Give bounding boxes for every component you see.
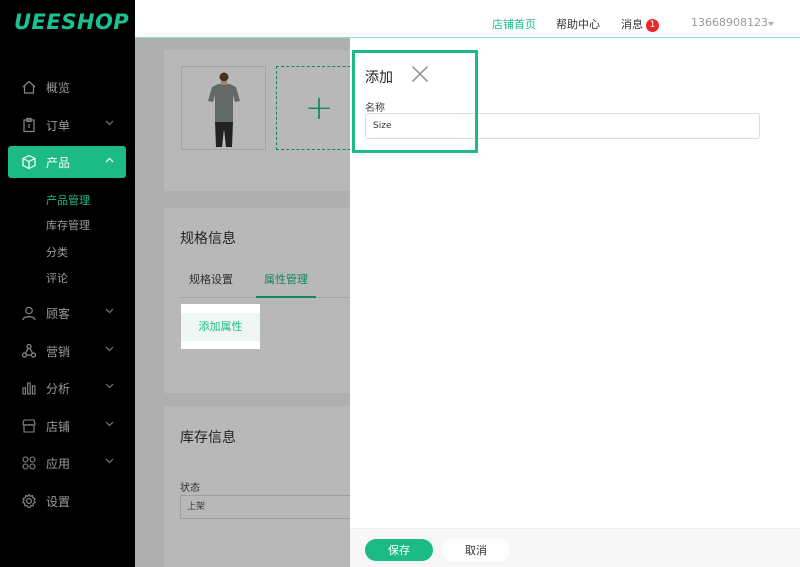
sidebar-item-customers[interactable]: 顾客 bbox=[8, 297, 126, 329]
message-count-badge: 1 bbox=[646, 19, 659, 32]
chevron-down-icon bbox=[105, 421, 114, 427]
sub-item-category[interactable]: 分类 bbox=[46, 244, 68, 260]
caret-down-icon[interactable] bbox=[768, 22, 774, 26]
sidebar-item-analytics[interactable]: 分析 bbox=[8, 372, 126, 404]
save-button[interactable]: 保存 bbox=[365, 539, 433, 561]
panel-footer: 保存 取消 bbox=[350, 528, 800, 567]
chevron-down-icon bbox=[105, 383, 114, 389]
chevron-down-icon bbox=[105, 120, 114, 126]
sidebar-item-label: 订单 bbox=[46, 118, 71, 133]
messages-link[interactable]: 消息 1 bbox=[621, 16, 659, 32]
sidebar-item-settings[interactable]: 设置 bbox=[8, 485, 126, 517]
sub-item-reviews[interactable]: 评论 bbox=[46, 270, 68, 286]
help-center-link[interactable]: 帮助中心 bbox=[556, 16, 600, 32]
name-input[interactable] bbox=[365, 113, 760, 139]
messages-label: 消息 bbox=[621, 18, 643, 31]
sidebar-item-label: 顾客 bbox=[46, 306, 71, 321]
apps-icon bbox=[20, 454, 38, 472]
sub-item-product-management[interactable]: 产品管理 bbox=[46, 192, 90, 208]
sidebar-item-overview[interactable]: 概览 bbox=[8, 71, 126, 103]
account-phone[interactable]: 13668908123 bbox=[691, 16, 768, 29]
close-icon[interactable] bbox=[411, 65, 429, 83]
logo[interactable]: UEESHOP bbox=[14, 10, 129, 34]
chevron-down-icon bbox=[105, 308, 114, 314]
sidebar-item-products[interactable]: 产品 bbox=[8, 146, 126, 178]
box-icon bbox=[20, 153, 38, 171]
home-icon bbox=[20, 78, 38, 96]
name-label: 名称 bbox=[365, 103, 385, 114]
sidebar-item-label: 应用 bbox=[46, 456, 71, 471]
modal-overlay[interactable] bbox=[135, 38, 350, 567]
add-attribute-highlight: 添加属性 bbox=[181, 304, 260, 349]
add-attribute-panel: 添加 名称 保存 取消 bbox=[350, 38, 800, 567]
store-home-link[interactable]: 店铺首页 bbox=[492, 16, 536, 32]
sidebar-item-label: 营销 bbox=[46, 344, 71, 359]
chevron-down-icon bbox=[105, 346, 114, 352]
sidebar-item-store[interactable]: 店铺 bbox=[8, 410, 126, 442]
sub-item-inventory-management[interactable]: 库存管理 bbox=[46, 217, 90, 233]
sidebar-item-orders[interactable]: 订单 bbox=[8, 109, 126, 141]
panel-title: 添加 bbox=[365, 70, 393, 86]
user-icon bbox=[20, 304, 38, 322]
sidebar-item-apps[interactable]: 应用 bbox=[8, 447, 126, 479]
add-attribute-button[interactable]: 添加属性 bbox=[181, 313, 260, 341]
bar-chart-icon bbox=[20, 379, 38, 397]
sidebar-item-label: 产品 bbox=[46, 155, 71, 170]
chevron-down-icon bbox=[105, 458, 114, 464]
clipboard-icon bbox=[20, 116, 38, 134]
gear-icon bbox=[20, 492, 38, 510]
sidebar-item-label: 店铺 bbox=[46, 419, 71, 434]
nodes-icon bbox=[20, 342, 38, 360]
sidebar-item-label: 分析 bbox=[46, 381, 71, 396]
sidebar-item-marketing[interactable]: 营销 bbox=[8, 335, 126, 367]
sidebar-item-label: 概览 bbox=[46, 80, 71, 95]
sidebar-item-label: 设置 bbox=[46, 494, 71, 509]
chevron-up-icon bbox=[105, 157, 114, 163]
cancel-button[interactable]: 取消 bbox=[442, 539, 510, 561]
sidebar: UEESHOP 概览 订单 产品 产品管理 库存管理 分类 评论 顾客 营销 分… bbox=[0, 0, 135, 567]
top-header: 店铺首页 帮助中心 消息 1 13668908123 bbox=[135, 0, 800, 38]
store-icon bbox=[20, 417, 38, 435]
